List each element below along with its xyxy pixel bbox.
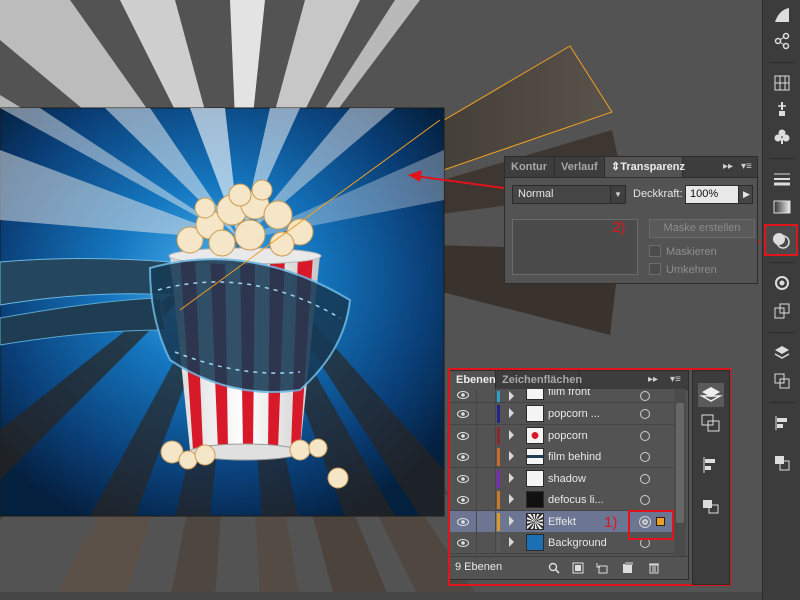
pathfinder-icon [775,456,790,471]
horizontal-scrollbar[interactable] [0,592,762,600]
tab-transparenz-label: Transparenz [620,161,686,173]
annotation-label-2: 2) [612,219,626,236]
layers-icon [774,346,790,359]
layers-button[interactable] [768,340,796,366]
chevron-right-icon: ▶ [743,189,750,199]
opacity-input[interactable]: 100% [685,185,739,204]
align-icon [775,416,787,430]
tab-transparenz[interactable]: ⇕Transparenz [605,157,686,177]
collapse-panel-icon[interactable]: ▸▸ [723,160,733,174]
blend-mode-dropdown[interactable]: Normal ▼ [512,185,626,204]
transparency-icon [773,233,790,249]
tool-separator [769,158,795,159]
gradient-swatch-icon [775,8,789,22]
checkbox-box [649,245,661,257]
tab-kontur[interactable]: Kontur [505,157,555,177]
gradient-button[interactable] [768,194,796,220]
tab-verlauf[interactable]: Verlauf [555,157,605,177]
stroke-button[interactable] [768,166,796,192]
artboards-button[interactable] [768,368,796,394]
links-button[interactable] [768,28,796,54]
appearance-icon [775,276,789,290]
align-icon[interactable] [700,455,722,475]
annotation-label-1: 1) [604,514,618,531]
clip-checkbox[interactable]: Maskieren [649,245,717,259]
clip-label: Maskieren [666,246,717,258]
align-button[interactable] [768,410,796,436]
checkbox-box [649,263,661,275]
highlight-target-selection [628,510,674,540]
tool-separator [769,332,795,333]
asset-export-button[interactable] [768,298,796,324]
highlight-layers-area [448,368,731,586]
links-icon [774,32,790,50]
gradient-box-icon [773,200,791,214]
brush-tip-button[interactable] [768,96,796,122]
grid-button[interactable] [768,70,796,96]
chevron-down-icon: ▼ [610,186,625,203]
club-symbol-icon [774,129,790,144]
opacity-slider-button[interactable]: ▶ [738,185,753,204]
pathfinder-icon[interactable] [700,497,722,517]
artboards-icon[interactable] [700,413,722,433]
blend-mode-value: Normal [518,188,554,200]
appearance-button[interactable] [768,270,796,296]
panel-menu-icon[interactable]: ▾≡ [741,160,752,174]
stroke-lines-icon [774,173,790,186]
grid-icon [774,75,790,91]
make-mask-button[interactable]: Maske erstellen [649,219,755,238]
transparency-panel-tabbar: Kontur Verlauf ⇕Transparenz ▸▸ ▾≡ [505,157,757,178]
tool-separator [769,62,795,63]
brush-tip-icon [778,102,786,116]
invert-label: Umkehren [666,264,717,276]
tab-arrows-icon: ⇕ [611,161,621,173]
pathfinder-button[interactable] [768,450,796,476]
invert-mask-checkbox[interactable]: Umkehren [649,263,717,277]
transparency-panel: Kontur Verlauf ⇕Transparenz ▸▸ ▾≡ Normal… [504,156,758,284]
transparency-button[interactable] [764,224,798,256]
right-tool-strip [762,0,800,600]
opacity-label: Deckkraft: [633,188,683,200]
symbols-button[interactable] [768,124,796,150]
layers-side-dock [692,370,730,585]
export-icon [774,303,790,319]
artboards-icon [774,373,790,389]
tool-separator [769,262,795,263]
tool-separator [769,402,795,403]
layers-icon[interactable] [698,383,724,407]
gradient-swatch-button[interactable] [768,2,796,28]
